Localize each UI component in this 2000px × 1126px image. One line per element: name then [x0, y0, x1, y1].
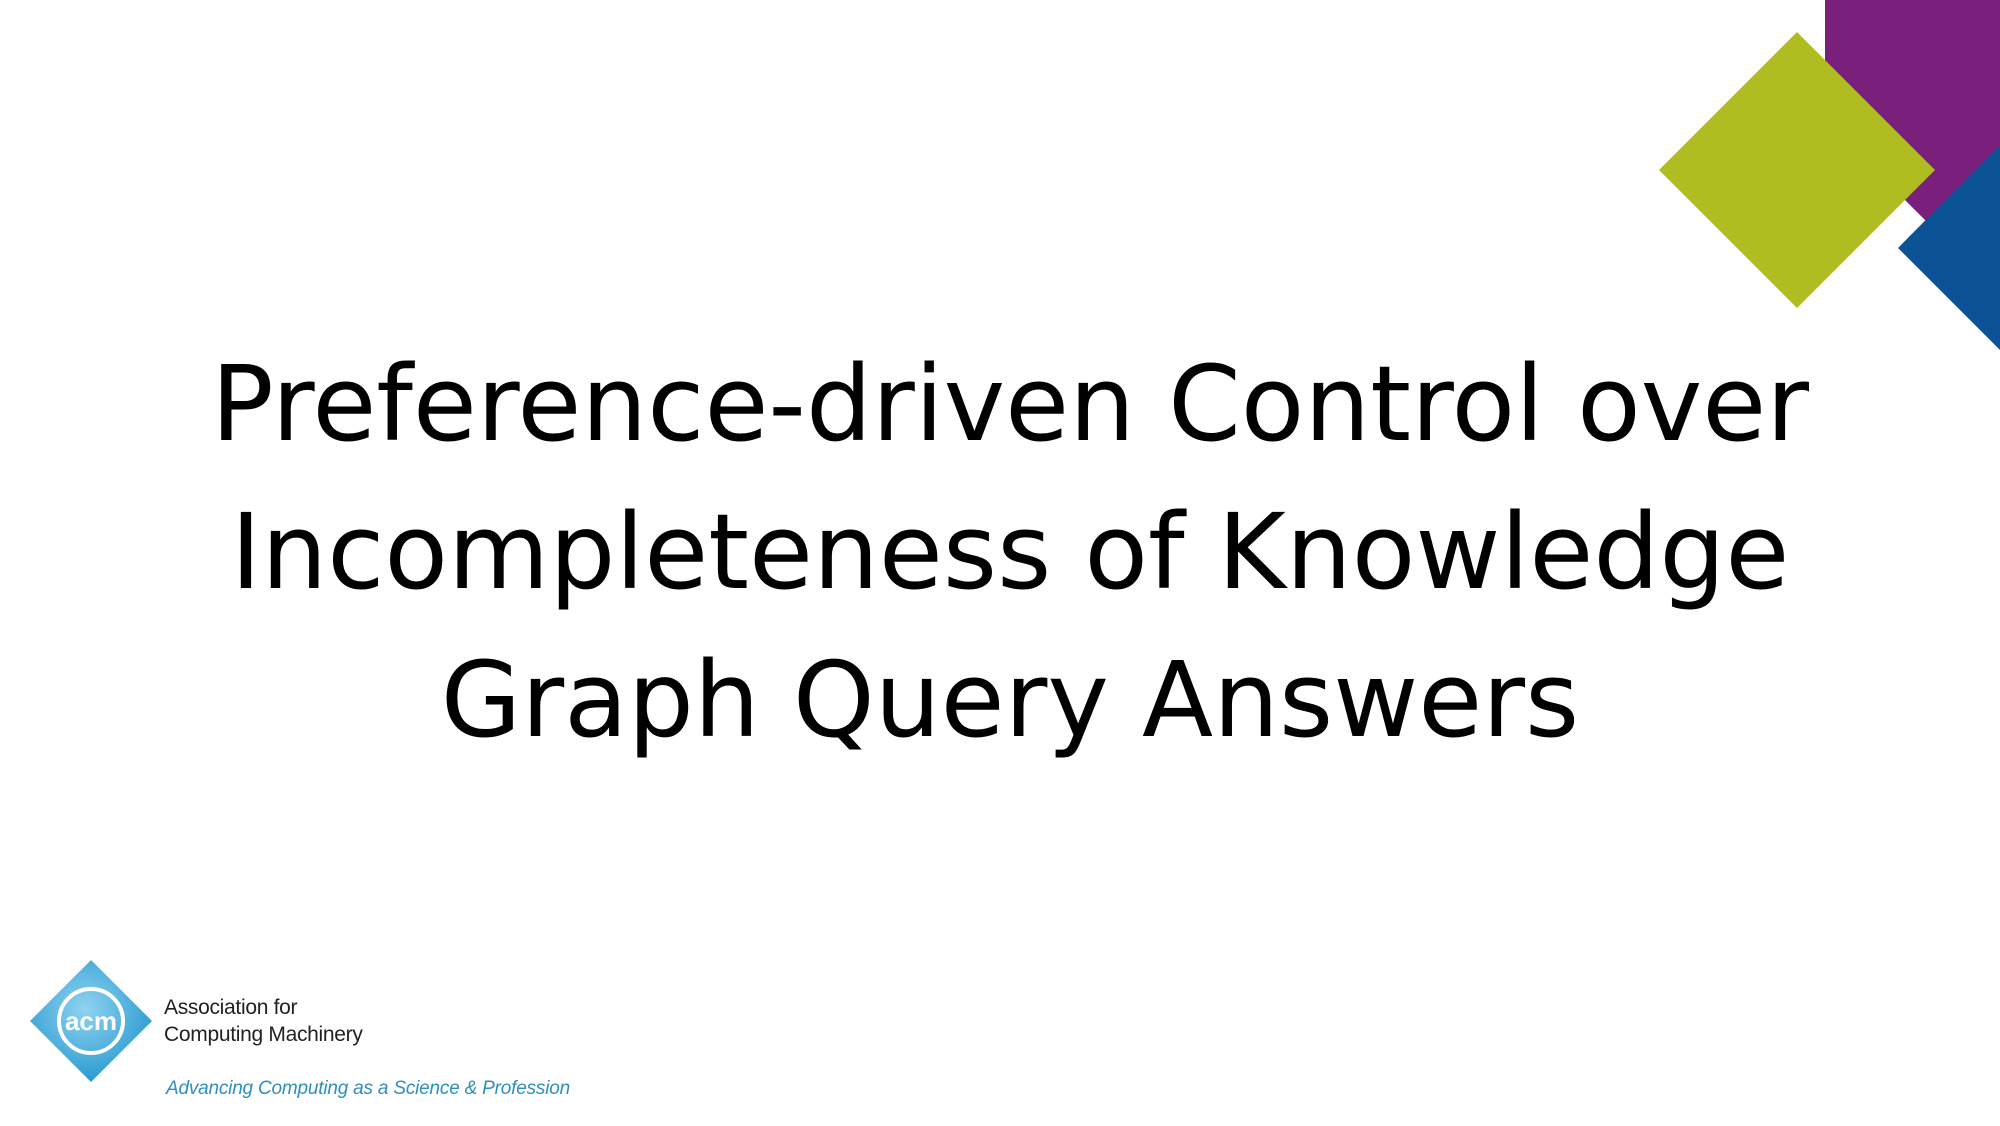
acm-name: Association for Computing Machinery	[164, 994, 363, 1048]
title-line-1: Preference-driven Control over	[210, 343, 1810, 465]
slide-title: Preference-driven Control over Incomplet…	[200, 330, 1820, 774]
title-line-3: Graph Query Answers	[440, 639, 1580, 761]
slide: Preference-driven Control over Incomplet…	[0, 0, 2000, 1126]
acm-tagline: Advancing Computing as a Science & Profe…	[166, 1078, 570, 1099]
acm-name-line-1: Association for	[164, 996, 298, 1019]
acm-name-line-2: Computing Machinery	[164, 1023, 363, 1046]
acm-diamond-icon: acm	[30, 960, 152, 1082]
acm-mark-text: acm	[65, 1006, 117, 1036]
title-line-2: Incompleteness of Knowledge	[230, 491, 1790, 613]
acm-logo: acm Association for Computing Machinery …	[28, 958, 588, 1108]
